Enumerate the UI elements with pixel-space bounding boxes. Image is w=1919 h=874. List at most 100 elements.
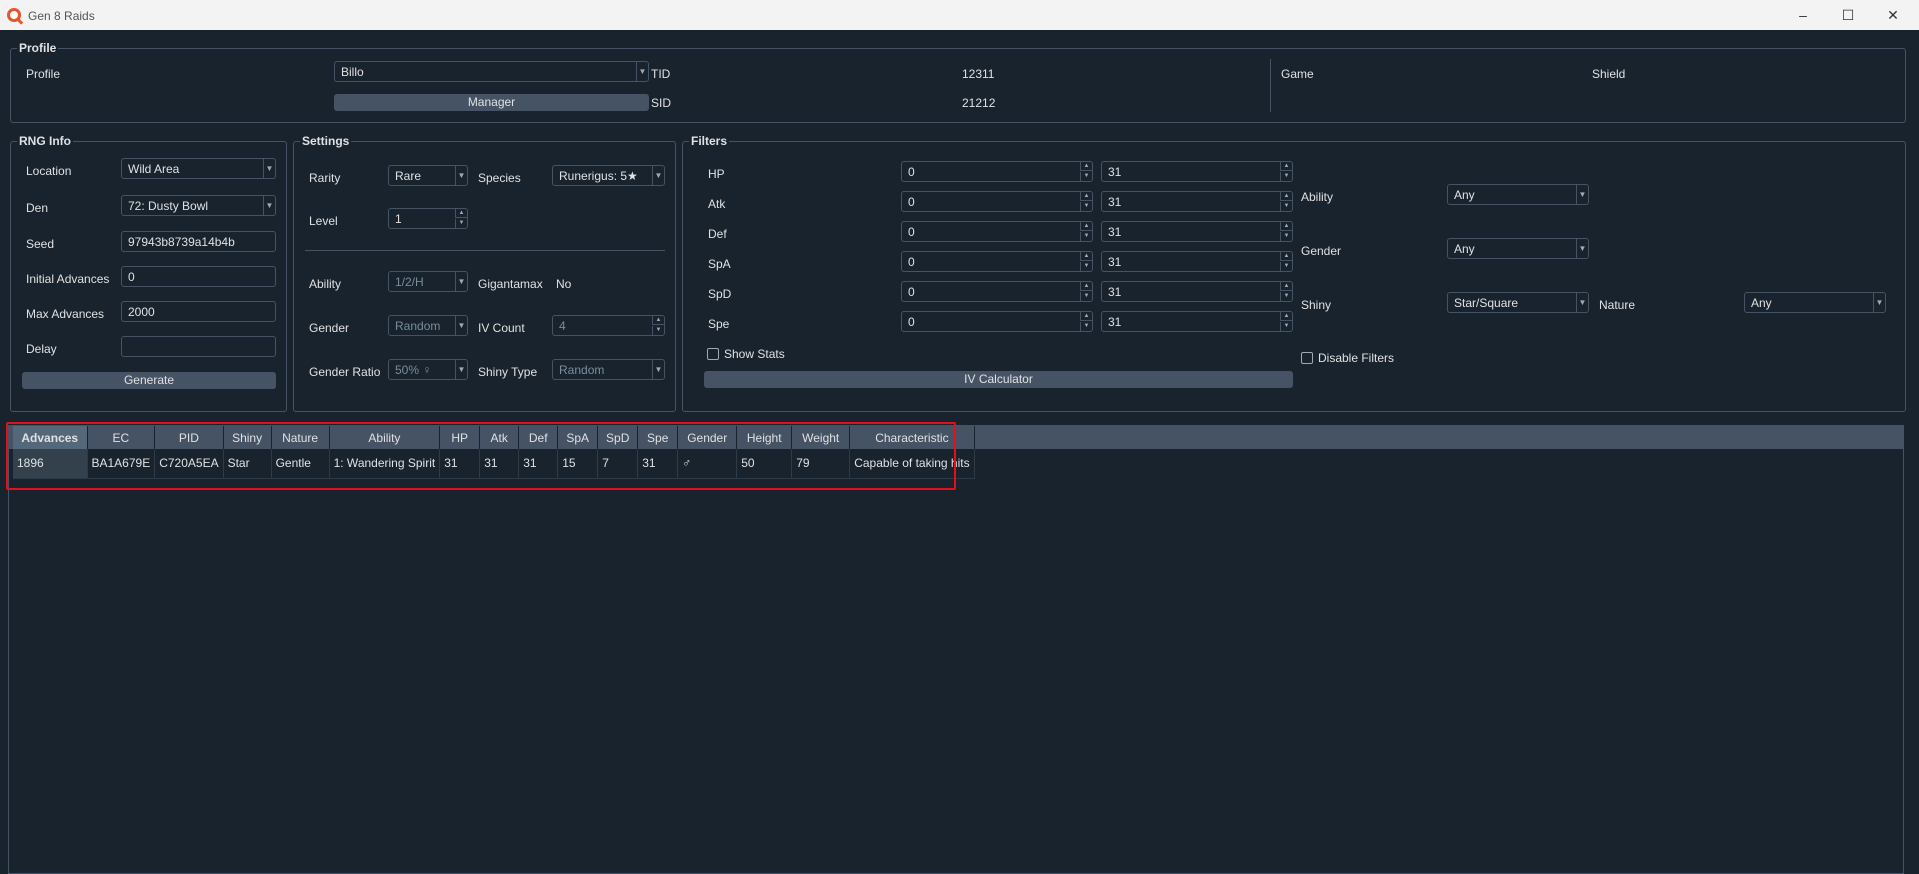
spin-down-icon[interactable]: ▼ xyxy=(1280,292,1292,301)
spin-up-icon[interactable]: ▲ xyxy=(1080,222,1092,231)
rarity-select[interactable]: Rare ▼ xyxy=(388,165,468,186)
spin-up-icon[interactable]: ▲ xyxy=(1280,162,1292,171)
filter-nature-select[interactable]: Any ▼ xyxy=(1744,292,1886,313)
column-header[interactable]: Spe xyxy=(637,426,679,449)
column-header[interactable]: Shiny xyxy=(223,426,272,449)
initial-advances-input[interactable]: 0 xyxy=(121,266,276,287)
profile-select[interactable]: Billo ▼ xyxy=(334,61,649,82)
spin-down-icon[interactable]: ▼ xyxy=(652,326,664,335)
spin-down-icon[interactable]: ▼ xyxy=(1080,172,1092,181)
manager-button[interactable]: Manager xyxy=(334,94,649,111)
spin-down-icon[interactable]: ▼ xyxy=(1280,322,1292,331)
cell-characteristic[interactable]: Capable of taking hits xyxy=(849,449,975,479)
spin-down-icon[interactable]: ▼ xyxy=(1280,202,1292,211)
cell-pid[interactable]: C720A5EA xyxy=(154,449,224,479)
filter-atk-max[interactable]: 31 ▲ ▼ xyxy=(1101,191,1293,212)
cell-spa[interactable]: 15 xyxy=(557,449,599,479)
filter-ability-select[interactable]: Any ▼ xyxy=(1447,184,1589,205)
cell-weight[interactable]: 79 xyxy=(791,449,851,479)
column-header[interactable]: HP xyxy=(439,426,481,449)
cell-ec[interactable]: BA1A679E xyxy=(87,449,156,479)
iv-count-spinbox[interactable]: 4 ▲ ▼ xyxy=(552,315,665,336)
spin-down-icon[interactable]: ▼ xyxy=(1080,202,1092,211)
level-spinbox[interactable]: 1 ▲ ▼ xyxy=(388,208,468,229)
column-header[interactable]: Height xyxy=(736,426,793,449)
filter-gender-select[interactable]: Any ▼ xyxy=(1447,238,1589,259)
iv-calculator-button[interactable]: IV Calculator xyxy=(704,371,1293,388)
cell-def[interactable]: 31 xyxy=(518,449,559,479)
cell-ability[interactable]: 1: Wandering Spirit xyxy=(329,449,441,479)
spin-up-icon[interactable]: ▲ xyxy=(1080,192,1092,201)
filter-spd-max[interactable]: 31 ▲ ▼ xyxy=(1101,281,1293,302)
cell-hp[interactable]: 31 xyxy=(439,449,481,479)
cell-advances[interactable]: 1896 xyxy=(13,449,88,479)
spin-up-icon[interactable]: ▲ xyxy=(1280,192,1292,201)
column-header[interactable]: Advances xyxy=(13,426,88,449)
spin-down-icon[interactable]: ▼ xyxy=(1280,262,1292,271)
seed-input[interactable]: 97943b8739a14b4b xyxy=(121,231,276,252)
spin-up-icon[interactable]: ▲ xyxy=(1280,312,1292,321)
close-icon[interactable]: ✕ xyxy=(1881,5,1905,25)
filter-def-max[interactable]: 31 ▲ ▼ xyxy=(1101,221,1293,242)
filter-def-min[interactable]: 0 ▲ ▼ xyxy=(901,221,1093,242)
den-select[interactable]: 72: Dusty Bowl ▼ xyxy=(121,195,276,216)
column-header[interactable]: Characteristic xyxy=(849,426,975,449)
gender-ratio-select[interactable]: 50% ♀ ▼ xyxy=(388,359,468,380)
location-select[interactable]: Wild Area ▼ xyxy=(121,158,276,179)
spin-up-icon[interactable]: ▲ xyxy=(455,209,467,218)
ability-select[interactable]: 1/2/H ▼ xyxy=(388,271,468,292)
filter-spa-max[interactable]: 31 ▲ ▼ xyxy=(1101,251,1293,272)
cell-spe[interactable]: 31 xyxy=(637,449,679,479)
max-advances-input[interactable]: 2000 xyxy=(121,301,276,322)
filter-spe-max[interactable]: 31 ▲ ▼ xyxy=(1101,311,1293,332)
cell-nature[interactable]: Gentle xyxy=(271,449,330,479)
column-header[interactable]: SpD xyxy=(597,426,639,449)
cell-height[interactable]: 50 xyxy=(736,449,793,479)
spin-down-icon[interactable]: ▼ xyxy=(1280,172,1292,181)
cell-gender[interactable]: ♂ xyxy=(677,449,738,479)
disable-filters-checkbox[interactable] xyxy=(1301,352,1313,364)
filter-spe-min[interactable]: 0 ▲ ▼ xyxy=(901,311,1093,332)
maximize-icon[interactable]: ☐ xyxy=(1836,5,1860,25)
filter-hp-min[interactable]: 0 ▲ ▼ xyxy=(901,161,1093,182)
spin-down-icon[interactable]: ▼ xyxy=(1280,232,1292,241)
shiny-type-select[interactable]: Random ▼ xyxy=(552,359,665,380)
spin-down-icon[interactable]: ▼ xyxy=(1080,232,1092,241)
column-header[interactable]: Def xyxy=(518,426,559,449)
gender-select[interactable]: Random ▼ xyxy=(388,315,468,336)
spin-up-icon[interactable]: ▲ xyxy=(1080,162,1092,171)
spin-up-icon[interactable]: ▲ xyxy=(1080,252,1092,261)
column-header[interactable]: Atk xyxy=(479,426,520,449)
cell-spd[interactable]: 7 xyxy=(597,449,639,479)
column-header[interactable]: PID xyxy=(154,426,224,449)
spin-down-icon[interactable]: ▼ xyxy=(1080,292,1092,301)
show-stats-checkbox[interactable] xyxy=(707,348,719,360)
column-header[interactable]: EC xyxy=(87,426,156,449)
cell-shiny[interactable]: Star xyxy=(223,449,272,479)
minimize-icon[interactable]: – xyxy=(1791,5,1815,25)
filter-atk-min[interactable]: 0 ▲ ▼ xyxy=(901,191,1093,212)
spin-down-icon[interactable]: ▼ xyxy=(455,219,467,228)
species-select[interactable]: Runerigus: 5★ ▼ xyxy=(552,165,665,186)
spin-up-icon[interactable]: ▲ xyxy=(1280,282,1292,291)
column-header[interactable]: Weight xyxy=(791,426,851,449)
spin-down-icon[interactable]: ▼ xyxy=(1080,322,1092,331)
cell-atk[interactable]: 31 xyxy=(479,449,520,479)
spin-up-icon[interactable]: ▲ xyxy=(1080,312,1092,321)
generate-button[interactable]: Generate xyxy=(22,372,276,389)
filter-spd-min[interactable]: 0 ▲ ▼ xyxy=(901,281,1093,302)
column-header[interactable]: Gender xyxy=(677,426,738,449)
column-header[interactable]: Nature xyxy=(271,426,330,449)
spin-up-icon[interactable]: ▲ xyxy=(1280,222,1292,231)
spin-down-icon[interactable]: ▼ xyxy=(1080,262,1092,271)
table-row[interactable]: 1896 BA1A679E C720A5EA Star Gentle 1: Wa… xyxy=(13,449,975,479)
spin-up-icon[interactable]: ▲ xyxy=(1080,282,1092,291)
filter-shiny-select[interactable]: Star/Square ▼ xyxy=(1447,292,1589,313)
delay-input[interactable] xyxy=(121,336,276,357)
spin-up-icon[interactable]: ▲ xyxy=(1280,252,1292,261)
column-header[interactable]: Ability xyxy=(329,426,441,449)
spin-up-icon[interactable]: ▲ xyxy=(652,316,664,325)
column-header[interactable]: SpA xyxy=(557,426,599,449)
filter-spa-min[interactable]: 0 ▲ ▼ xyxy=(901,251,1093,272)
filter-hp-max[interactable]: 31 ▲ ▼ xyxy=(1101,161,1293,182)
